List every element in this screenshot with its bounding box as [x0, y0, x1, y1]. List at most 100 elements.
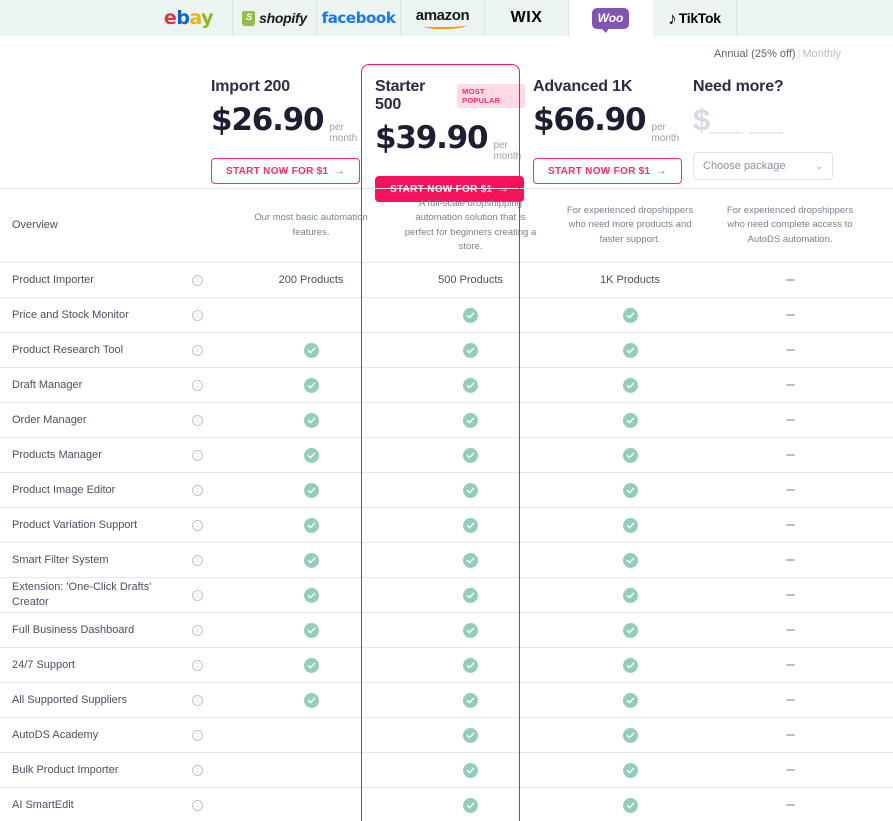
check-icon [622, 727, 638, 743]
check-icon [622, 342, 638, 358]
info-icon[interactable] [192, 729, 203, 741]
cell-import-200 [231, 508, 391, 542]
dash-icon [785, 804, 795, 806]
cell-starter-500: 500 Products [391, 263, 550, 297]
choose-package-label: Choose package [703, 160, 786, 172]
info-icon[interactable] [192, 449, 203, 461]
info-icon[interactable] [192, 379, 203, 391]
ebay-logo-icon: ebay [163, 7, 214, 29]
tab-shopify[interactable]: shopify [233, 0, 317, 36]
cell-advanced-1k [550, 753, 710, 787]
table-row: AutoDS Academy [0, 717, 893, 752]
cell-value: 200 Products [278, 274, 344, 286]
feature-cell: Bulk Product Importer [0, 753, 231, 787]
feature-label: Overview [12, 219, 58, 232]
choose-package-select[interactable]: Choose package ⌄ [693, 152, 833, 180]
feature-label: 24/7 Support [12, 658, 75, 671]
feature-cell: Overview [0, 189, 231, 262]
cell-starter-500 [391, 718, 550, 752]
cell-need-more [710, 368, 870, 402]
tab-wix[interactable]: WIX [485, 0, 569, 36]
check-icon [622, 517, 638, 533]
overview-cell-starter-500: A full-scale dropshipping automation sol… [404, 198, 537, 252]
feature-label: AutoDS Academy [12, 728, 99, 741]
plan-card-advanced-1k: Advanced 1K $66.90 per month START NOW F… [533, 60, 683, 188]
dash-icon [785, 279, 795, 281]
info-icon[interactable] [192, 589, 203, 601]
cell-starter-500 [391, 473, 550, 507]
tabstrip-left-pad [0, 0, 145, 36]
dash-icon [785, 629, 795, 631]
check-icon [303, 447, 319, 463]
check-icon [463, 692, 478, 708]
info-icon[interactable] [192, 519, 203, 531]
dash-icon [785, 419, 795, 421]
overview-cell-advanced-1k: For experienced dropshippers who need mo… [566, 205, 694, 245]
info-icon[interactable] [192, 309, 203, 321]
info-icon[interactable] [192, 799, 203, 811]
dash-icon [785, 699, 795, 701]
marketplace-tabs: ebay shopify facebook amazon WIX Woo ♪Ti… [0, 0, 893, 36]
check-icon [303, 377, 319, 393]
check-icon [622, 622, 638, 638]
plan-price: $26.90 [211, 102, 325, 138]
info-icon[interactable] [192, 624, 203, 636]
feature-label: Products Manager [12, 448, 102, 461]
cell-need-more [710, 648, 870, 682]
cell-starter-500 [391, 298, 550, 332]
info-icon[interactable] [192, 659, 203, 671]
cell-import-200 [231, 613, 391, 647]
cell-need-more [710, 403, 870, 437]
cell-advanced-1k [550, 473, 710, 507]
tab-woocommerce[interactable]: Woo [569, 0, 653, 36]
check-icon [303, 412, 319, 428]
tab-facebook[interactable]: facebook [317, 0, 401, 36]
info-icon[interactable] [192, 694, 203, 706]
plan-card-starter-500: Starter 500 MOST POPULAR $39.90 per mont… [375, 60, 525, 202]
check-icon [303, 587, 319, 603]
check-icon [622, 552, 638, 568]
feature-cell: Product Research Tool [0, 333, 231, 367]
cell-need-more [710, 508, 870, 542]
feature-cell: Draft Manager [0, 368, 231, 402]
info-icon[interactable] [192, 764, 203, 776]
feature-label: Product Image Editor [12, 483, 116, 496]
cell-advanced-1k [550, 788, 710, 821]
tab-amazon[interactable]: amazon [401, 0, 485, 36]
tab-ebay[interactable]: ebay [145, 0, 233, 36]
feature-comparison-table: Overview Our most basic automation featu… [0, 188, 893, 821]
chevron-down-icon: ⌄ [815, 160, 823, 171]
plan-card-need-more: Need more? $__ __ Choose package ⌄ [693, 60, 853, 188]
info-icon[interactable] [192, 274, 203, 286]
table-row: 24/7 Support [0, 647, 893, 682]
billing-separator: | [797, 48, 801, 60]
info-icon[interactable] [192, 414, 203, 426]
check-icon [463, 377, 478, 393]
cell-starter-500 [391, 333, 550, 367]
plan-headers: Import 200 $26.90 per month START NOW FO… [0, 60, 893, 202]
info-icon[interactable] [192, 484, 203, 496]
billing-annual-option[interactable]: Annual (25% off) [714, 48, 796, 60]
feature-cell: Full Business Dashboard [0, 613, 231, 647]
check-icon [622, 412, 638, 428]
check-icon [622, 692, 638, 708]
info-icon[interactable] [192, 554, 203, 566]
cell-starter-500 [391, 683, 550, 717]
feature-cell: Product Image Editor [0, 473, 231, 507]
cell-import-200 [231, 578, 391, 612]
check-icon [303, 692, 319, 708]
cell-import-200 [231, 648, 391, 682]
tab-tiktok[interactable]: ♪ TikTok [653, 0, 737, 36]
feature-label: Product Variation Support [12, 518, 138, 531]
info-icon[interactable] [192, 344, 203, 356]
start-now-button-import-200[interactable]: START NOW FOR $1 → [211, 158, 360, 184]
overview-cell-need-more: For experienced dropshippers who need co… [726, 205, 854, 245]
feature-cell: AutoDS Academy [0, 718, 231, 752]
feature-label: AI SmartEdit [12, 798, 74, 811]
woocommerce-logo-icon: Woo [591, 7, 630, 33]
check-icon [622, 657, 638, 673]
start-now-button-advanced-1k[interactable]: START NOW FOR $1 → [533, 158, 682, 184]
cell-advanced-1k [550, 543, 710, 577]
billing-monthly-option[interactable]: Monthly [802, 48, 841, 60]
plan-price-placeholder: $__ __ [693, 102, 783, 137]
